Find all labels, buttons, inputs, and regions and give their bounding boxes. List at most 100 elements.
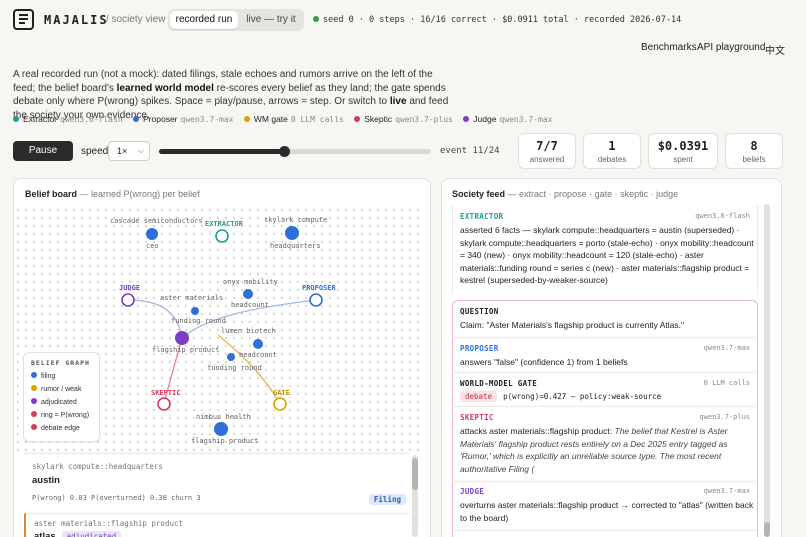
filing-dot-icon bbox=[31, 372, 37, 378]
legend-item-adjudicated: adjudicated bbox=[31, 396, 92, 409]
feed-text: answers "false" (confidence 1) from 1 be… bbox=[460, 357, 628, 367]
belief-node[interactable] bbox=[285, 226, 299, 240]
feed-entry-judge: JUDGE qwen3.7-max overturns aster materi… bbox=[452, 487, 758, 524]
belief-node[interactable] bbox=[243, 289, 253, 299]
nav-api-playground[interactable]: API playground bbox=[697, 42, 765, 53]
stat-debates: 1 debates bbox=[583, 133, 641, 169]
belief-node[interactable] bbox=[191, 307, 199, 315]
legend-title: BELIEF GRAPH bbox=[31, 359, 90, 367]
skeptic-agent-node[interactable] bbox=[157, 397, 171, 411]
feed-entry-gate: WORLD-MODEL GATE 0 LLM calls debate p(wro… bbox=[452, 379, 758, 404]
legend-item-debate-edge: debate edge bbox=[31, 422, 92, 435]
stat-answered: 7/7 answered bbox=[518, 133, 576, 169]
society-feed-title: Society feed — extract · propose · gate … bbox=[452, 189, 678, 199]
belief-key: skylark compute::headquarters bbox=[32, 462, 163, 471]
node-label: nimbus health bbox=[196, 413, 251, 421]
belief-graph-legend: BELIEF GRAPH filing rumor / weak adjudic… bbox=[23, 352, 100, 442]
feed-model: qwen3.7-plus bbox=[699, 413, 750, 421]
nav-benchmarks[interactable]: Benchmarks bbox=[641, 42, 697, 53]
stat-label: spent bbox=[673, 155, 693, 164]
node-label: skylark compute bbox=[264, 216, 328, 224]
feed-text: p(wrong)=0.427 — policy:weak-source bbox=[503, 392, 662, 401]
judge-dot-icon bbox=[463, 116, 470, 122]
stat-beliefs: 8 beliefs bbox=[725, 133, 783, 169]
legend-label: debate edge bbox=[41, 425, 80, 432]
feed-divider bbox=[452, 337, 758, 338]
filing-badge: Filing bbox=[368, 494, 406, 505]
node-label: cascade semiconductors bbox=[110, 217, 203, 225]
belief-node[interactable] bbox=[253, 339, 263, 349]
feed-entry-question: QUESTION Claim: "Aster Materials's flags… bbox=[452, 307, 758, 332]
legend-label: ring = P(wrong) bbox=[41, 412, 90, 419]
extractor-agent-node[interactable] bbox=[215, 229, 229, 243]
belief-node[interactable] bbox=[214, 422, 228, 436]
feed-agent: QUESTION bbox=[460, 307, 499, 316]
feed-text: overturns aster materials::flagship prod… bbox=[460, 500, 754, 523]
agent-label-gate: GATE bbox=[273, 389, 290, 397]
stat-value: 8 bbox=[750, 139, 758, 153]
feed-text: asserted 6 facts — skylark compute::head… bbox=[460, 225, 754, 285]
stat-value: $0.0391 bbox=[657, 139, 709, 153]
agent-label-skeptic: SKEPTIC bbox=[151, 389, 181, 397]
stat-label: debates bbox=[597, 155, 627, 164]
feed-model: qwen3.7-max bbox=[703, 344, 750, 352]
debate-badge: debate bbox=[460, 391, 498, 402]
belief-node-adjudicated[interactable] bbox=[175, 331, 189, 345]
feed-model: qwen3.6-flash bbox=[695, 212, 750, 220]
stat-spent: $0.0391 spent bbox=[648, 133, 718, 169]
feed-divider bbox=[452, 530, 758, 531]
adjudicated-badge: adjudicated bbox=[61, 531, 122, 537]
legend-label: rumor / weak bbox=[41, 386, 82, 393]
stat-label: answered bbox=[529, 155, 565, 164]
agent-model: qwen3.7-max bbox=[499, 115, 553, 124]
node-label: onyx mobility bbox=[223, 278, 278, 286]
stat-label: beliefs bbox=[742, 155, 766, 164]
nav-language[interactable]: 中文 bbox=[765, 42, 785, 57]
belief-node[interactable] bbox=[227, 353, 235, 361]
feed-model: 0 LLM calls bbox=[703, 379, 750, 387]
feed-entry-skeptic: SKEPTIC qwen3.7-plus attacks aster mater… bbox=[452, 413, 758, 475]
feed-entry-extractor: EXTRACTOR qwen3.6-flash asserted 6 facts… bbox=[452, 212, 758, 287]
feed-text: attacks aster materials::flagship produc… bbox=[460, 426, 615, 436]
belief-key: aster materials::flagship product bbox=[34, 519, 184, 528]
feed-scrollbar-thumb[interactable] bbox=[764, 522, 770, 537]
feed-model: qwen3.7-max bbox=[703, 487, 750, 495]
node-label: funding round bbox=[171, 317, 226, 325]
feed-divider bbox=[452, 481, 758, 482]
proposer-agent-node[interactable] bbox=[309, 293, 323, 307]
judge-agent-node[interactable] bbox=[121, 293, 135, 307]
legend-label: adjudicated bbox=[41, 399, 77, 406]
feed-text: Claim: "Aster Materials's flagship produ… bbox=[460, 320, 685, 330]
feed-scrollbar[interactable] bbox=[764, 204, 770, 537]
node-label: ceo bbox=[146, 242, 159, 250]
belief-value: atlas bbox=[34, 531, 56, 537]
panel-title: Society feed bbox=[452, 189, 506, 199]
node-label: lumen biotech bbox=[221, 327, 276, 335]
adjudicated-dot-icon bbox=[31, 398, 37, 404]
stat-value: 7/7 bbox=[536, 139, 558, 153]
stat-value: 1 bbox=[608, 139, 616, 153]
node-label: headcount bbox=[231, 301, 269, 309]
node-label: aster materials bbox=[160, 294, 224, 302]
agent-legend-judge: Judge qwen3.7-max bbox=[463, 114, 552, 124]
belief-card[interactable]: aster materials::flagship product atlas a… bbox=[24, 513, 410, 537]
node-label: flagship product bbox=[152, 346, 220, 354]
gate-agent-node[interactable] bbox=[273, 397, 287, 411]
event-counter: event 11/24 bbox=[440, 146, 500, 156]
ring-dot-icon bbox=[31, 411, 37, 417]
feed-divider bbox=[452, 372, 758, 373]
belief-value: austin bbox=[32, 475, 60, 486]
debate-edge-dot-icon bbox=[31, 424, 37, 430]
belief-list-scrollbar-thumb[interactable] bbox=[412, 458, 418, 490]
node-label: headquarters bbox=[270, 242, 321, 250]
rumor-dot-icon bbox=[31, 385, 37, 391]
legend-item-rumor: rumor / weak bbox=[31, 383, 92, 396]
panel-subtitle: — extract · propose · gate · skeptic · j… bbox=[507, 189, 679, 199]
legend-label: filing bbox=[41, 373, 56, 380]
belief-card[interactable]: skylark compute::headquarters austin P(w… bbox=[24, 453, 410, 513]
belief-node[interactable] bbox=[146, 228, 158, 240]
agent-label-judge: JUDGE bbox=[119, 284, 141, 292]
node-label: funding round bbox=[207, 364, 262, 372]
legend-item-ring: ring = P(wrong) bbox=[31, 409, 92, 422]
agent-label-extractor: EXTRACTOR bbox=[205, 220, 243, 228]
